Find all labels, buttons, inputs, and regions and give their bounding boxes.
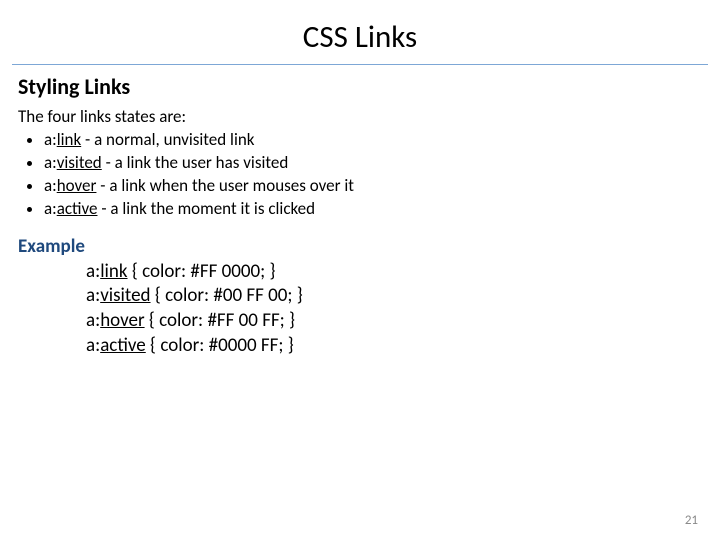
intro-text: The four links states are: [18,106,702,127]
example-code: a:link { color: #FF 0000; } a:visited { … [86,260,702,359]
state-name: active [57,198,98,219]
state-prefix: a: [44,129,57,150]
section-subtitle: Styling Links [18,73,702,100]
state-name: hover [57,175,97,196]
code-line: a:hover { color: #FF 00 FF; } [86,309,702,334]
state-desc: - a link the moment it is clicked [97,198,315,219]
code-body: { color: #0000 FF; } [146,334,294,357]
list-item: a:hover - a link when the user mouses ov… [44,175,702,198]
list-item: a:visited - a link the user has visited [44,152,702,175]
code-selector: hover [100,309,144,332]
code-body: { color: #FF 00 FF; } [145,309,295,332]
state-prefix: a: [44,152,57,173]
code-selector: visited [100,284,150,307]
code-selector: link [100,260,127,283]
code-prefix: a: [86,309,100,332]
state-prefix: a: [44,175,57,196]
state-desc: - a link when the user mouses over it [96,175,354,196]
slide-content: Styling Links The four links states are:… [0,65,720,359]
example-heading: Example [18,235,702,258]
page-number: 21 [685,513,698,528]
state-name: link [57,129,81,150]
code-prefix: a: [86,284,100,307]
code-body: { color: #FF 0000; } [128,260,276,283]
state-prefix: a: [44,198,57,219]
state-name: visited [57,152,102,173]
state-desc: - a link the user has visited [102,152,289,173]
list-item: a:link - a normal, unvisited link [44,129,702,152]
code-body: { color: #00 FF 00; } [151,284,303,307]
state-desc: - a normal, unvisited link [81,129,254,150]
page-title: CSS Links [0,0,720,64]
code-prefix: a: [86,260,100,283]
code-line: a:active { color: #0000 FF; } [86,334,702,359]
code-line: a:visited { color: #00 FF 00; } [86,284,702,309]
link-states-list: a:link - a normal, unvisited link a:visi… [18,129,702,221]
code-selector: active [100,334,146,357]
code-line: a:link { color: #FF 0000; } [86,260,702,285]
code-prefix: a: [86,334,100,357]
list-item: a:active - a link the moment it is click… [44,198,702,221]
